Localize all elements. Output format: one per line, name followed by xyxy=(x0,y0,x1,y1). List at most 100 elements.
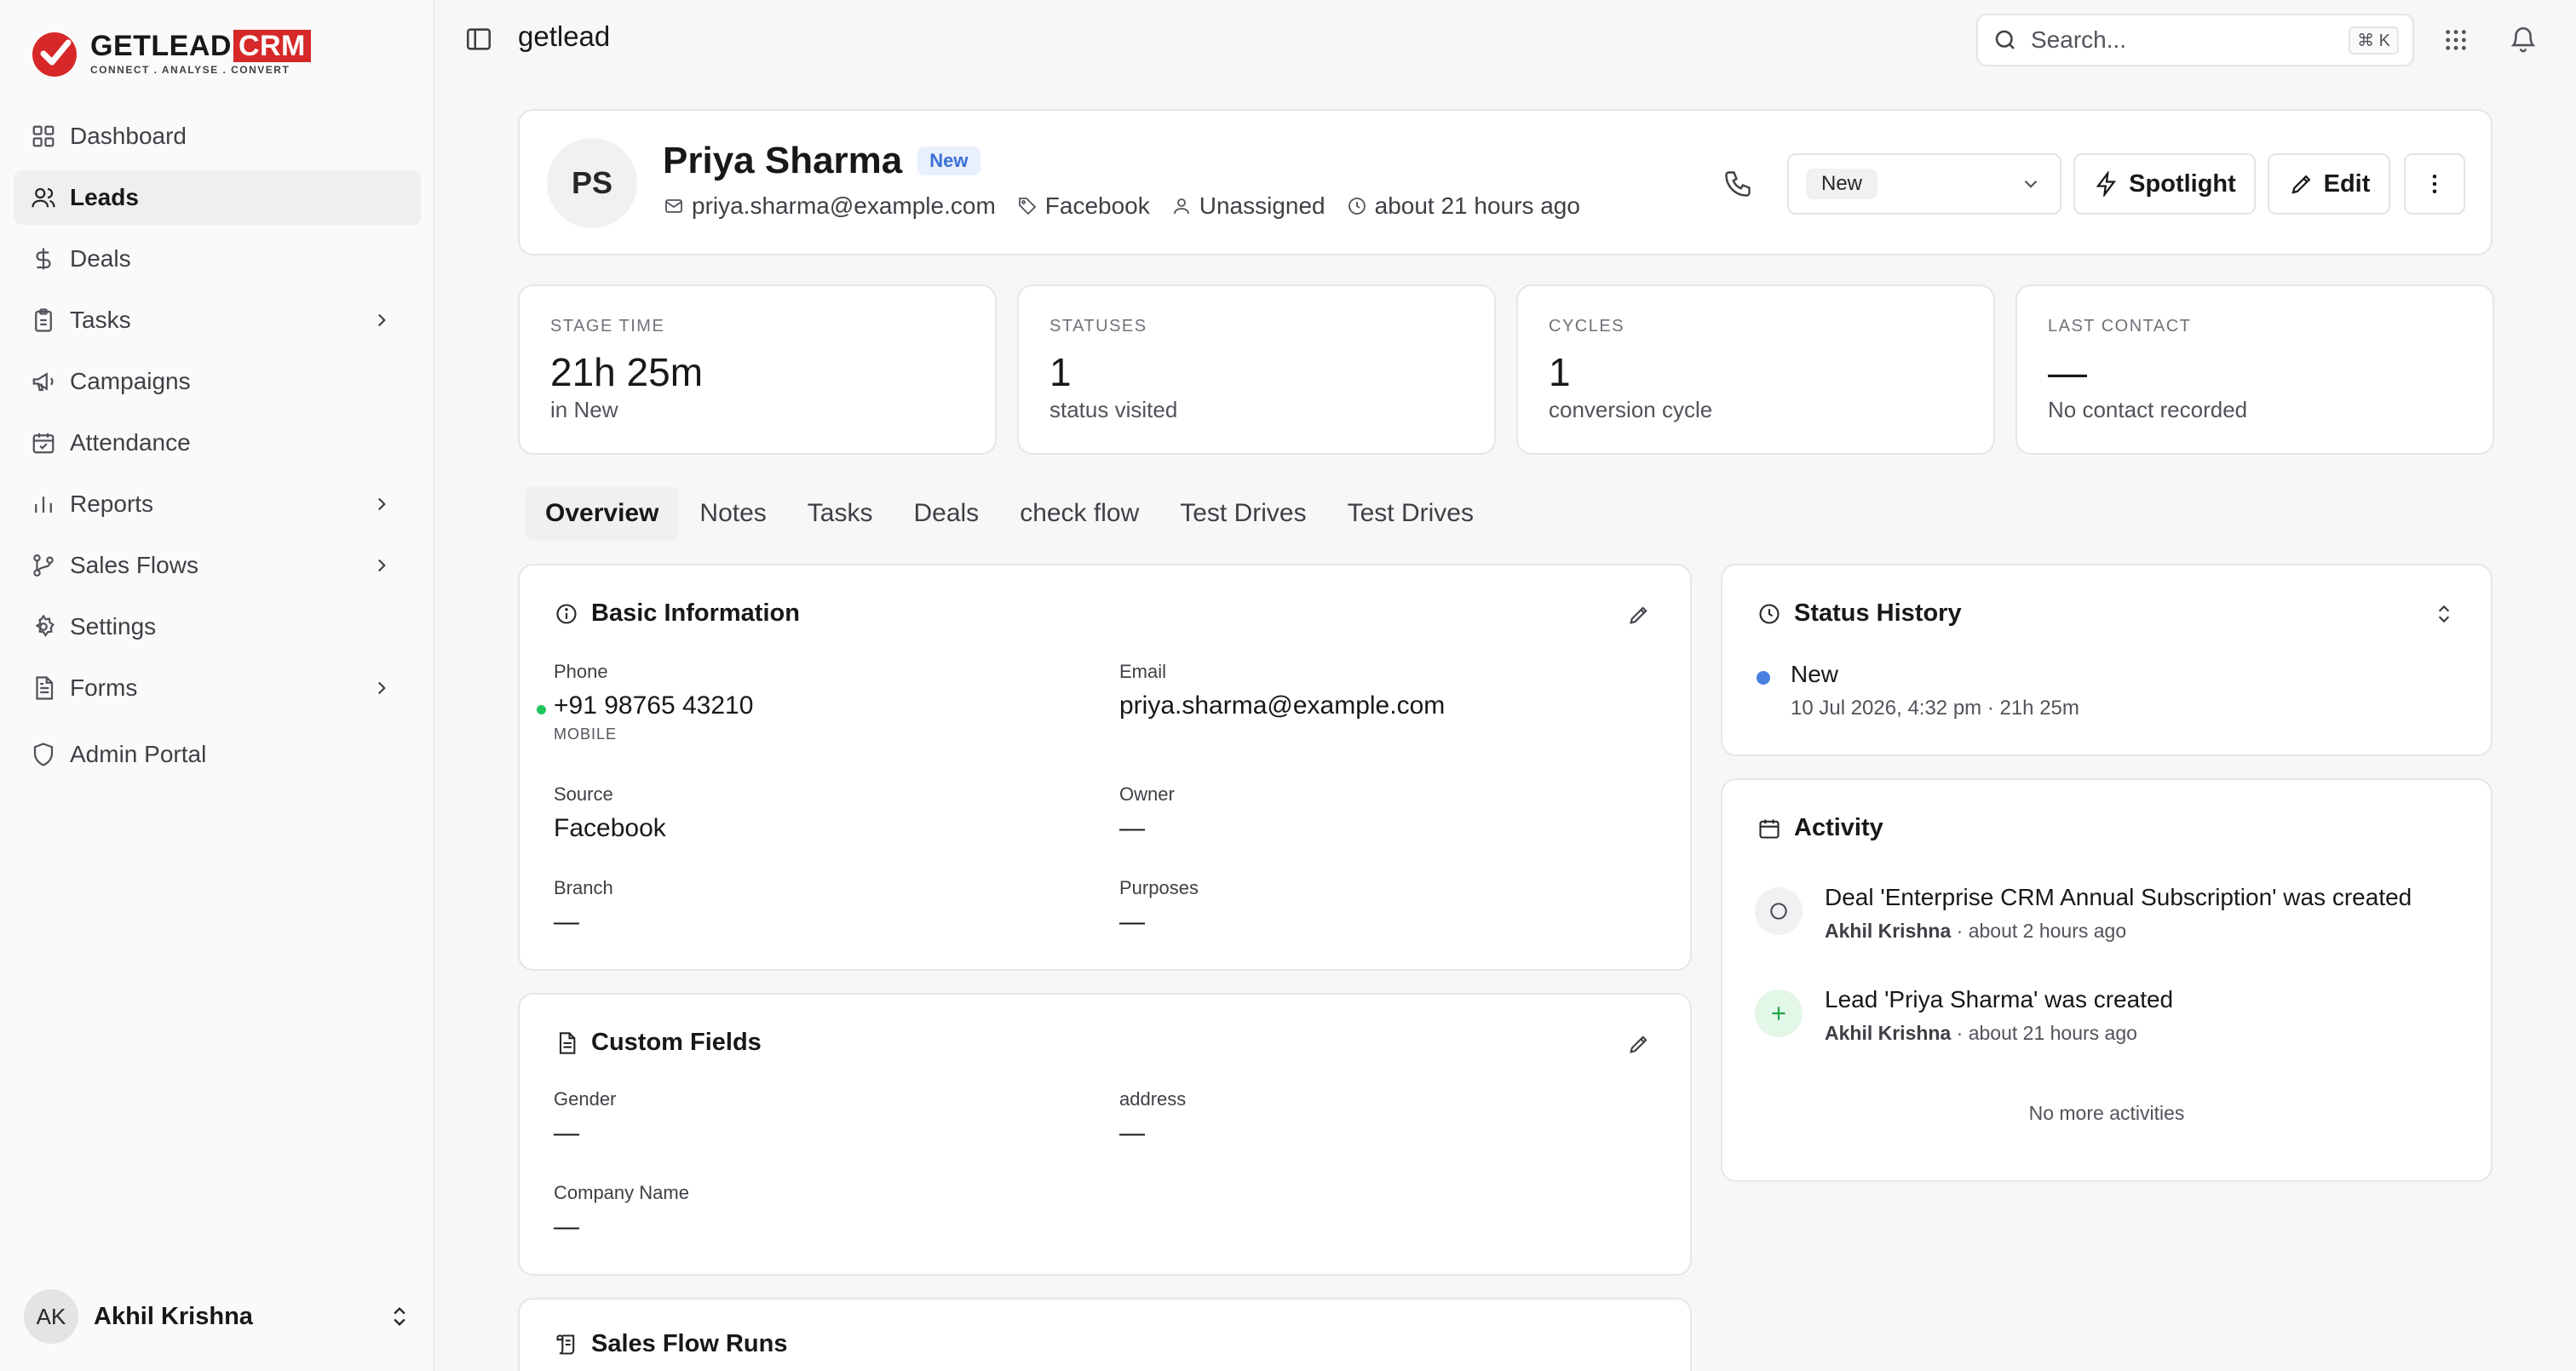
field-source: Source Facebook xyxy=(554,783,666,843)
source-value: Facebook xyxy=(554,814,666,842)
search-input[interactable] xyxy=(2031,26,2349,54)
lead-avatar: PS xyxy=(547,138,637,228)
activity-title: Lead 'Priya Sharma' was created xyxy=(1825,986,2174,1012)
field-purposes: Purposes — xyxy=(1119,877,1199,937)
dollar-icon xyxy=(29,244,58,273)
search-icon xyxy=(1992,26,2019,54)
users-icon xyxy=(29,183,58,212)
phone-icon[interactable] xyxy=(1721,167,1755,201)
more-options-button[interactable] xyxy=(2404,153,2465,215)
sidebar-item-settings[interactable]: Settings xyxy=(14,599,421,654)
chevron-right-icon[interactable] xyxy=(370,554,394,577)
tab-overview[interactable]: Overview xyxy=(525,486,680,541)
section-title: Activity xyxy=(1794,814,1883,841)
git-branch-icon xyxy=(29,551,58,580)
stat-stage-time: STAGE TIME 21h 25m in New xyxy=(518,284,997,455)
gear-icon xyxy=(29,612,58,641)
custom-fields-card: Custom Fields Gender — address — Company… xyxy=(518,993,1692,1276)
tab-tasks[interactable]: Tasks xyxy=(787,486,894,541)
sidebar-item-attendance[interactable]: Attendance xyxy=(14,416,421,470)
field-label: Owner xyxy=(1119,783,1175,805)
brand-name: GETLEAD xyxy=(90,30,232,62)
stat-value: 1 xyxy=(1549,350,1571,394)
stat-value: 21h 25m xyxy=(550,350,704,394)
chevron-right-icon[interactable] xyxy=(370,492,394,516)
field-address: address — xyxy=(1119,1088,1186,1148)
activity-footer: No more activities xyxy=(2028,1102,2185,1124)
sidebar-item-dashboard[interactable]: Dashboard xyxy=(14,109,421,163)
sidebar-item-reports[interactable]: Reports xyxy=(14,477,421,531)
owner-value: — xyxy=(1119,814,1145,842)
status-select[interactable]: New xyxy=(1787,153,2061,215)
email-value[interactable]: priya.sharma@example.com xyxy=(1119,691,1445,720)
pencil-icon[interactable] xyxy=(1625,1030,1653,1058)
activity-time: about 2 hours ago xyxy=(1968,920,2127,942)
search-shortcut: ⌘ K xyxy=(2349,26,2399,54)
info-icon xyxy=(554,601,579,627)
phone-status-dot xyxy=(537,705,546,714)
bar-chart-icon xyxy=(29,490,58,519)
section-title: Custom Fields xyxy=(591,1029,762,1056)
sidebar: GETLEAD CRM CONNECT . ANALYSE . CONVERT D… xyxy=(0,0,434,1371)
tab-deals[interactable]: Deals xyxy=(893,486,999,541)
pencil-icon[interactable] xyxy=(1625,601,1653,628)
sidebar-item-admin-portal[interactable]: Admin Portal xyxy=(14,727,421,782)
brand-logo[interactable]: GETLEAD CRM CONNECT . ANALYSE . CONVERT xyxy=(29,27,311,78)
section-title: Sales Flow Runs xyxy=(591,1330,788,1357)
sidebar-toggle-icon[interactable] xyxy=(463,24,494,54)
phone-value[interactable]: +91 98765 43210 xyxy=(554,691,753,720)
field-label: Branch xyxy=(554,877,613,898)
history-status: New xyxy=(1791,661,1839,687)
breadcrumb[interactable]: getlead xyxy=(518,20,610,53)
status-history-item: New 10 Jul 2026, 4:32 pm · 21h 25m xyxy=(1757,661,2079,720)
status-dot xyxy=(1757,671,1770,685)
tab-check-flow[interactable]: check flow xyxy=(999,486,1159,541)
field-phone: Phone +91 98765 43210 MOBILE xyxy=(537,661,753,743)
sidebar-item-campaigns[interactable]: Campaigns xyxy=(14,354,421,409)
sidebar-item-sales-flows[interactable]: Sales Flows xyxy=(14,538,421,593)
spotlight-button[interactable]: Spotlight xyxy=(2073,153,2256,215)
stat-label: CYCLES xyxy=(1549,317,1625,336)
lead-meta: priya.sharma@example.com Facebook Unassi… xyxy=(663,192,1601,220)
edit-button[interactable]: Edit xyxy=(2268,153,2390,215)
apps-grid-icon[interactable] xyxy=(2441,26,2470,54)
logo-check-icon xyxy=(32,32,77,77)
shield-icon xyxy=(29,740,58,769)
user-menu[interactable]: AK Akhil Krishna xyxy=(24,1288,412,1345)
lead-email[interactable]: priya.sharma@example.com xyxy=(692,192,996,220)
purposes-value: — xyxy=(1119,908,1145,936)
status-badge: New xyxy=(917,146,980,175)
sidebar-item-deals[interactable]: Deals xyxy=(14,232,421,286)
stat-value: 1 xyxy=(1049,350,1072,394)
sidebar-item-label: Dashboard xyxy=(70,123,187,149)
edit-button-label: Edit xyxy=(2323,169,2371,198)
chevron-right-icon[interactable] xyxy=(370,308,394,332)
stat-statuses: STATUSES 1 status visited xyxy=(1017,284,1496,455)
stat-label: STAGE TIME xyxy=(550,317,665,336)
activity-author: Akhil Krishna xyxy=(1825,920,1952,942)
chevrons-up-down-icon[interactable] xyxy=(2431,601,2457,627)
chevron-down-icon xyxy=(2019,172,2043,196)
tab-notes[interactable]: Notes xyxy=(679,486,786,541)
chevrons-up-down-icon xyxy=(387,1304,412,1329)
sidebar-item-label: Sales Flows xyxy=(70,552,198,578)
brand-badge: CRM xyxy=(233,30,311,62)
sidebar-item-leads[interactable]: Leads xyxy=(14,170,421,225)
tab-test-drives-2[interactable]: Test Drives xyxy=(1327,486,1494,541)
chevron-right-icon[interactable] xyxy=(370,676,394,700)
field-gender: Gender — xyxy=(554,1088,616,1148)
scroll-icon xyxy=(554,1332,579,1357)
search-box[interactable]: ⌘ K xyxy=(1976,14,2414,66)
tab-test-drives[interactable]: Test Drives xyxy=(1159,486,1326,541)
stat-sub: conversion cycle xyxy=(1549,397,1713,422)
topbar: getlead ⌘ K xyxy=(436,0,2576,82)
sidebar-item-tasks[interactable]: Tasks xyxy=(14,293,421,347)
sidebar-item-forms[interactable]: Forms xyxy=(14,661,421,715)
clock-icon xyxy=(1346,195,1368,217)
clipboard-icon xyxy=(29,306,58,335)
bell-icon[interactable] xyxy=(2508,24,2539,54)
sidebar-item-label: Campaigns xyxy=(70,368,191,394)
address-value: — xyxy=(1119,1119,1145,1147)
field-label: Gender xyxy=(554,1088,617,1110)
file-text-icon xyxy=(29,674,58,703)
